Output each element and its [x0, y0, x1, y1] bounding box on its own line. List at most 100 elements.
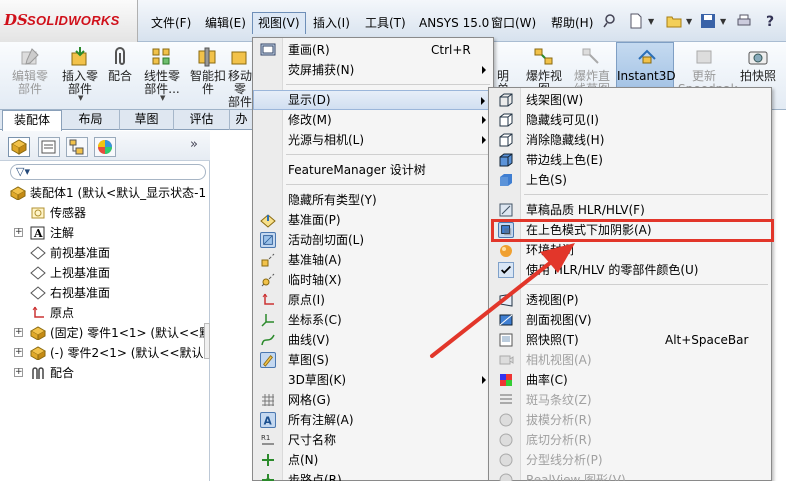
- menu-item-camera-view[interactable]: 相机视图(A): [489, 350, 771, 370]
- menu-item-shaded[interactable]: 上色(S): [489, 170, 771, 190]
- menu-item-shortcut: Ctrl+R: [431, 43, 471, 57]
- menu-item-shaded-with-edges[interactable]: 带边线上色(E): [489, 150, 771, 170]
- menu-item-undercut-analysis[interactable]: 底切分析(R): [489, 430, 771, 450]
- paperclip-icon: [115, 47, 125, 65]
- menu-item-dimension-names[interactable]: R1 尺寸名称: [253, 430, 493, 450]
- menu-edit[interactable]: 编辑(E): [200, 12, 251, 34]
- menu-item-label: 原点(I): [288, 293, 325, 307]
- menu-item-display[interactable]: 显示(D): [253, 90, 493, 110]
- plane-icon: [30, 286, 46, 300]
- menu-item-section-view[interactable]: 剖面视图(V): [489, 310, 771, 330]
- panel-splitter[interactable]: [204, 323, 210, 359]
- save-icon[interactable]: [698, 12, 718, 32]
- expand-icon[interactable]: +: [14, 368, 23, 377]
- menu-item-hidden-lines-visible[interactable]: 隐藏线可见(I): [489, 110, 771, 130]
- menu-item-axes[interactable]: 基准轴(A): [253, 250, 493, 270]
- tab-evaluate[interactable]: 评估: [174, 110, 230, 130]
- edit-component-button[interactable]: 编辑零 部件: [4, 46, 56, 96]
- help-icon[interactable]: ?: [760, 12, 780, 32]
- menu-item-planes[interactable]: 基准面(P): [253, 210, 493, 230]
- menu-item-redraw[interactable]: 重画(R) Ctrl+R: [253, 40, 493, 60]
- menu-item-origins[interactable]: 原点(I): [253, 290, 493, 310]
- take-snapshot-button[interactable]: 拍快照: [732, 46, 784, 83]
- menu-insert[interactable]: 插入(I): [308, 12, 355, 34]
- tree-root-assembly[interactable]: 装配体1 (默认<默认_显示状态-1: [0, 183, 210, 203]
- menu-item-3d-sketch[interactable]: 3D草图(K): [253, 370, 493, 390]
- menu-item-hide-all-types[interactable]: 隐藏所有类型(Y): [253, 190, 493, 210]
- open-folder-icon[interactable]: [664, 12, 684, 32]
- menu-window[interactable]: 窗口(W): [486, 12, 541, 34]
- solidworks-logo[interactable]: DS SOLIDWORKS: [0, 0, 138, 42]
- menu-item-label: 透视图(P): [526, 293, 579, 307]
- menu-item-sketches[interactable]: 草图(S): [253, 350, 493, 370]
- menu-item-draft-analysis[interactable]: 拔模分析(R): [489, 410, 771, 430]
- plane-icon: [30, 266, 46, 280]
- display-manager-icon[interactable]: [94, 137, 116, 157]
- menu-tools[interactable]: 工具(T): [360, 12, 411, 34]
- menu-item-draft-quality[interactable]: 草稿品质 HLR/HLV(F): [489, 200, 771, 220]
- print-icon[interactable]: [734, 12, 754, 32]
- pin-icon[interactable]: [600, 12, 620, 32]
- menu-item-route-points[interactable]: 步路点(R): [253, 470, 493, 481]
- expand-icon[interactable]: +: [14, 228, 23, 237]
- tab-office[interactable]: 办: [230, 110, 254, 130]
- menu-item-temporary-axes[interactable]: 临时轴(X): [253, 270, 493, 290]
- menu-item-points[interactable]: 点(N): [253, 450, 493, 470]
- menu-item-all-annotations[interactable]: A 所有注解(A): [253, 410, 493, 430]
- tree-item-label: (-) 零件2<1> (默认<<默认>: [50, 346, 204, 360]
- tab-layout[interactable]: 布局: [62, 110, 120, 130]
- snapshot-icon: [499, 333, 513, 347]
- instant3d-button[interactable]: Instant3D: [616, 42, 676, 90]
- menu-item-grid[interactable]: 网格(G): [253, 390, 493, 410]
- menu-item-realview-graphics[interactable]: RealView 图形(V): [489, 470, 771, 481]
- menu-item-perspective[interactable]: 透视图(P): [489, 290, 771, 310]
- expand-icon[interactable]: +: [14, 348, 23, 357]
- menu-item-coordinate-systems[interactable]: 坐标系(C): [253, 310, 493, 330]
- menu-item-screen-capture[interactable]: 荧屏捕获(N): [253, 60, 493, 80]
- menu-help[interactable]: 帮助(H): [546, 12, 598, 34]
- tree-item-part2[interactable]: + (-) 零件2<1> (默认<<默认>: [0, 343, 204, 363]
- new-document-icon[interactable]: [626, 12, 646, 32]
- menu-item-label: 荧屏捕获(N): [288, 63, 355, 77]
- menu-item-zebra-stripes[interactable]: 斑马条纹(Z): [489, 390, 771, 410]
- linear-pattern-button[interactable]: 线性零 部件...: [136, 46, 188, 96]
- menu-item-hlr-component-colors[interactable]: 使用 HLR/HLV 的零部件颜色(U): [489, 260, 771, 280]
- tab-sketch[interactable]: 草图: [120, 110, 174, 130]
- tab-assembly[interactable]: 装配体: [2, 110, 62, 131]
- expand-icon[interactable]: +: [14, 328, 23, 337]
- move-component-icon: [231, 51, 247, 65]
- menu-item-curves[interactable]: 曲线(V): [253, 330, 493, 350]
- chevron-down-icon[interactable]: ▼: [720, 17, 726, 26]
- menu-item-ambient-occlusion[interactable]: 环境封闭: [489, 240, 771, 260]
- chevron-down-icon[interactable]: ▼: [78, 94, 83, 102]
- menu-item-curvature[interactable]: 曲率(C): [489, 370, 771, 390]
- menu-item-parting-line-analysis[interactable]: 分型线分析(P): [489, 450, 771, 470]
- filter-field[interactable]: ▽▾: [10, 164, 206, 180]
- chevron-down-icon[interactable]: ▼: [160, 94, 165, 102]
- filter-icon[interactable]: ▽▾: [16, 165, 30, 178]
- menu-item-live-section-planes[interactable]: 活动剖切面(L): [253, 230, 493, 250]
- move-component-button[interactable]: 移动零 部件: [226, 46, 254, 109]
- camera-view-icon: [499, 355, 514, 365]
- menu-item-lights-cameras[interactable]: 光源与相机(L): [253, 130, 493, 150]
- menu-view[interactable]: 视图(V): [252, 12, 306, 34]
- tree-item-label: 传感器: [50, 206, 87, 220]
- menu-item-wireframe[interactable]: 线架图(W): [489, 90, 771, 110]
- menu-item-label: 拔模分析(R): [526, 413, 592, 427]
- feature-tree-icon[interactable]: [8, 137, 30, 157]
- menu-item-hidden-lines-removed[interactable]: 消除隐藏线(H): [489, 130, 771, 150]
- grid-icon: [262, 394, 274, 406]
- chevron-down-icon[interactable]: ▼: [648, 17, 654, 26]
- menu-item-camera-snapshot[interactable]: 照快照(T) Alt+SpaceBar: [489, 330, 771, 350]
- menu-item-modify[interactable]: 修改(M): [253, 110, 493, 130]
- chevron-down-icon[interactable]: ▼: [686, 17, 692, 26]
- more-tabs-icon[interactable]: »: [190, 137, 198, 152]
- menu-file[interactable]: 文件(F): [146, 12, 196, 34]
- property-manager-icon[interactable]: [38, 137, 60, 157]
- planes-icon: [260, 214, 276, 228]
- tree-item-label: 上视基准面: [50, 266, 111, 280]
- menu-ansys[interactable]: ANSYS 15.0: [414, 12, 494, 34]
- menu-item-featuremanager-tree[interactable]: FeatureManager 设计树: [253, 160, 493, 180]
- configuration-manager-icon[interactable]: [66, 137, 88, 157]
- tree-item-part1[interactable]: + (固定) 零件1<1> (默认<<默: [0, 323, 204, 343]
